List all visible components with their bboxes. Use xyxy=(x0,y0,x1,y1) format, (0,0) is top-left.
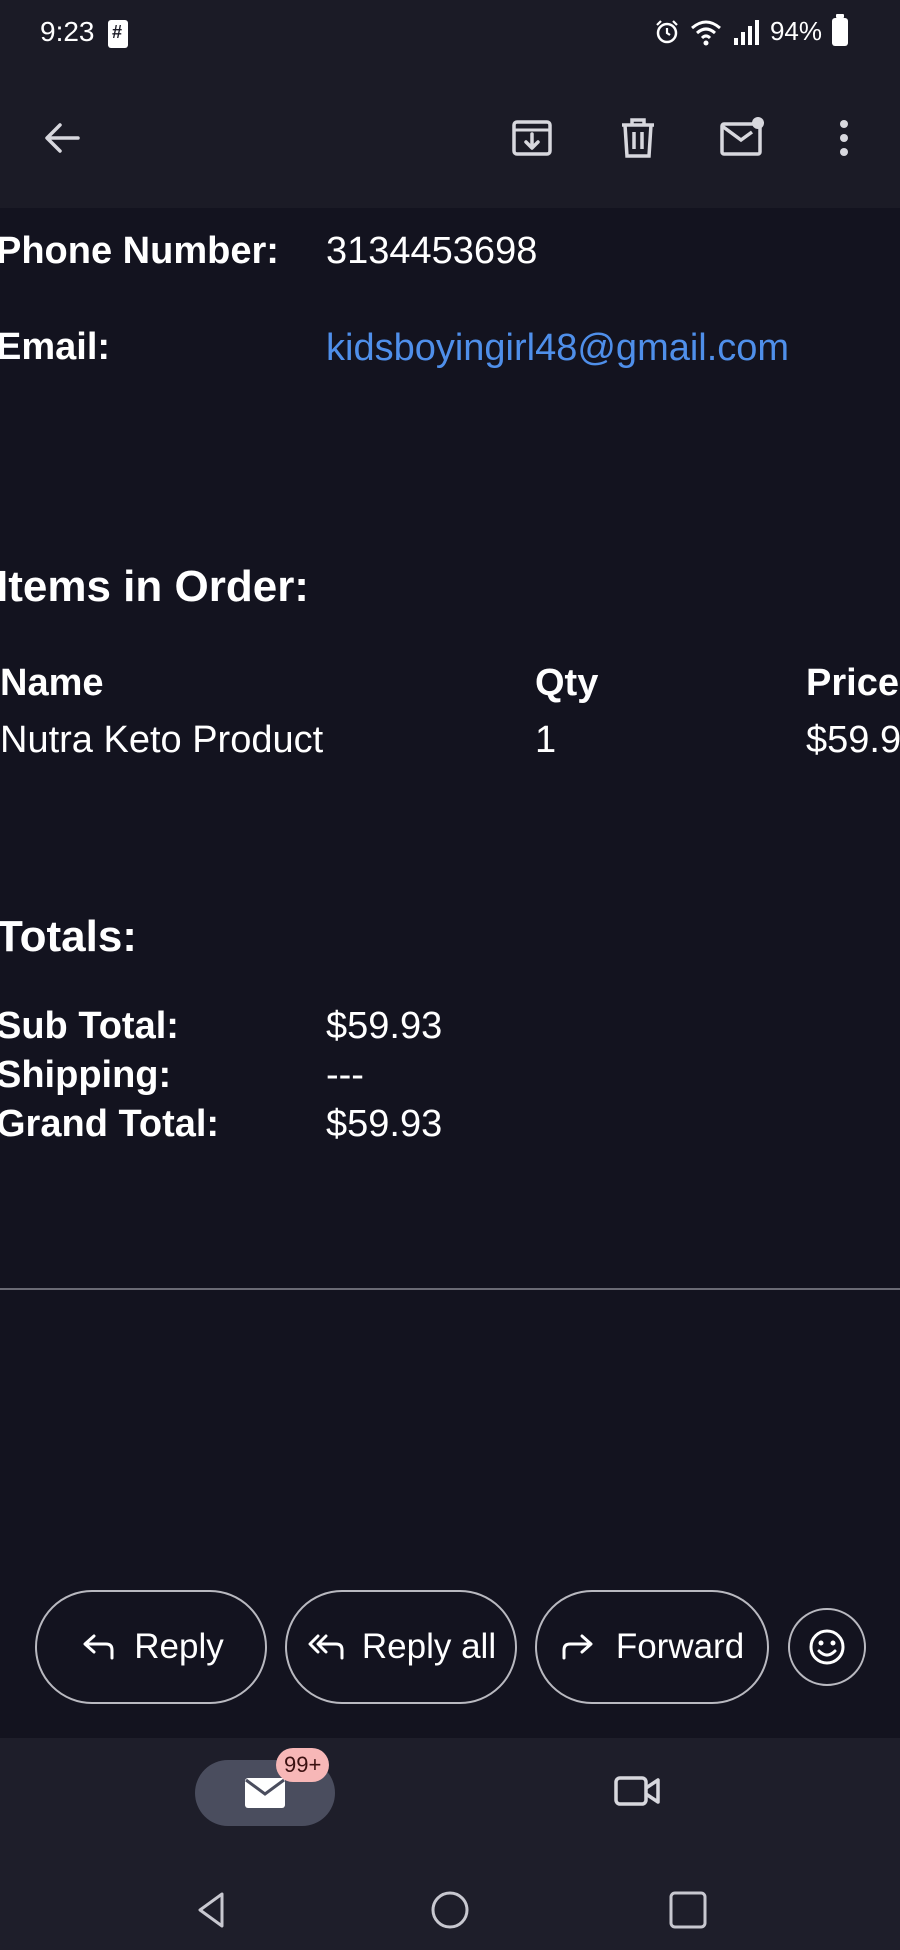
wifi-icon xyxy=(690,20,721,45)
status-bar: 9:23 94% xyxy=(0,0,900,70)
status-time: 9:23 xyxy=(40,16,95,47)
status-indicators: 94% xyxy=(654,13,848,47)
archive-icon[interactable] xyxy=(508,114,556,162)
totals-title: Totals: xyxy=(0,912,137,961)
column-header-price: Price xyxy=(806,662,899,704)
video-camera-icon xyxy=(614,1776,660,1806)
more-options-icon[interactable] xyxy=(820,114,868,162)
mark-unread-icon[interactable] xyxy=(718,114,766,162)
nav-recents-icon[interactable] xyxy=(666,1888,710,1932)
back-arrow-icon[interactable] xyxy=(38,114,86,162)
reply-all-button[interactable]: Reply all xyxy=(285,1590,517,1704)
nav-back-icon[interactable] xyxy=(190,1888,234,1932)
reply-icon xyxy=(83,1634,114,1660)
smiley-icon xyxy=(809,1629,845,1665)
email-toolbar xyxy=(0,70,900,208)
battery-percent: 94% xyxy=(769,16,822,46)
reply-all-icon xyxy=(308,1634,344,1660)
items-title: Items in Order: xyxy=(0,562,309,611)
divider xyxy=(0,1288,900,1290)
unread-badge: 99+ xyxy=(276,1748,330,1782)
grand-total-value: $59.93 xyxy=(326,1103,443,1145)
emoji-reaction-button[interactable] xyxy=(788,1608,866,1686)
phone-label: Phone Number: xyxy=(0,230,279,272)
subtotal-value: $59.93 xyxy=(326,1005,443,1047)
bottom-navigation: 99+ xyxy=(0,1738,900,1950)
nav-home-icon[interactable] xyxy=(428,1888,472,1932)
shipping-value: --- xyxy=(326,1054,364,1096)
item-name: Nutra Keto Product xyxy=(0,719,324,761)
reply-all-label: Reply all xyxy=(361,1627,497,1666)
item-qty: 1 xyxy=(535,719,557,761)
column-header-name: Name xyxy=(0,662,104,704)
alarm-icon xyxy=(656,19,678,43)
trash-icon[interactable] xyxy=(614,114,662,162)
subtotal-label: Sub Total: xyxy=(0,1005,179,1047)
meet-tab[interactable] xyxy=(612,1766,662,1816)
mail-icon xyxy=(245,1778,285,1808)
reply-label: Reply xyxy=(134,1627,224,1666)
item-price: $59.93 xyxy=(806,719,900,761)
signal-icon xyxy=(733,19,759,45)
forward-icon xyxy=(562,1634,593,1660)
grand-total-label: Grand Total: xyxy=(0,1103,220,1145)
email-link[interactable]: kidsboyingirl48@gmail.com xyxy=(326,324,826,372)
reply-button[interactable]: Reply xyxy=(35,1590,267,1704)
forward-button[interactable]: Forward xyxy=(535,1590,769,1704)
battery-icon xyxy=(832,13,848,46)
phone-value: 3134453698 xyxy=(326,230,538,272)
shipping-label: Shipping: xyxy=(0,1054,172,1096)
reply-actions: Reply Reply all Forward xyxy=(0,1590,900,1706)
sim-icon xyxy=(108,20,128,48)
email-label: Email: xyxy=(0,326,111,368)
column-header-qty: Qty xyxy=(535,662,599,704)
forward-label: Forward xyxy=(615,1627,745,1666)
